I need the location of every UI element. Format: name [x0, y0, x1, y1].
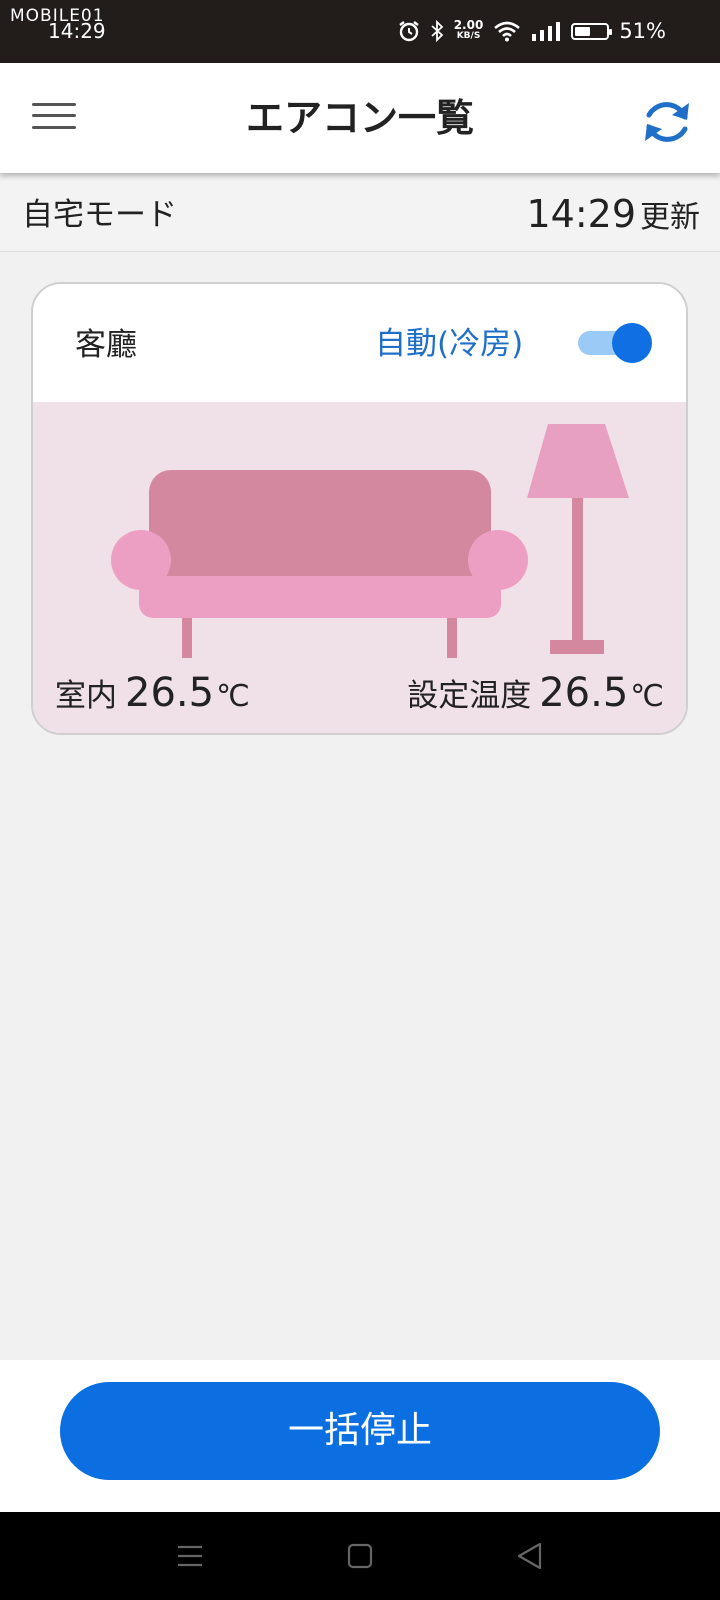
sofa-seat — [139, 576, 501, 618]
sofa-back — [149, 470, 491, 588]
room-card[interactable]: 客廳 自動(冷房) 室内 26.5℃ 設定温度 26.5℃ — [31, 282, 688, 735]
set-temp-unit: ℃ — [630, 679, 664, 714]
indoor-temp-label: 室内 — [55, 678, 117, 714]
network-speed: 2.00 KB/S — [453, 18, 484, 42]
home-mode-label: 自宅モード — [22, 197, 177, 233]
bottom-action-panel: 一括停止 — [0, 1360, 720, 1512]
battery-fill — [575, 26, 591, 36]
lamp-base — [550, 640, 604, 654]
indoor-temperature: 室内 26.5℃ — [55, 668, 250, 726]
lamp-pole — [572, 498, 583, 642]
sofa-arm-right — [468, 530, 528, 590]
last-updated-time: 14:29 — [526, 192, 636, 236]
mode-bar: 自宅モード 14:29 更新 — [0, 178, 720, 252]
status-icons: 2.00 KB/S 51% — [398, 16, 666, 46]
indoor-temp-value: 26.5 — [125, 670, 215, 716]
battery-icon — [571, 22, 613, 40]
app-bar: エアコン一覧 — [0, 63, 720, 173]
room-card-header: 客廳 自動(冷房) — [33, 284, 686, 402]
operation-mode[interactable]: 自動(冷房) — [375, 324, 523, 364]
sofa-arm-left — [111, 530, 171, 590]
set-temp-label: 設定温度 — [407, 678, 532, 714]
network-speed-unit: KB/S — [456, 31, 481, 41]
lamp-shade — [527, 424, 629, 498]
refresh-icon[interactable] — [640, 95, 694, 149]
power-toggle[interactable] — [578, 323, 652, 363]
room-name: 客廳 — [75, 327, 137, 363]
battery-percent: 51% — [619, 19, 666, 43]
last-updated-suffix: 更新 — [640, 200, 700, 235]
last-updated: 14:29 更新 — [526, 190, 700, 246]
wifi-icon — [494, 21, 521, 42]
alarm-icon — [398, 21, 419, 42]
signal-icon — [532, 22, 561, 41]
status-bar: MOBILE01 14:29 2.00 KB/S 51% — [0, 0, 720, 63]
stop-all-button[interactable]: 一括停止 — [60, 1382, 660, 1480]
bluetooth-icon — [431, 20, 444, 42]
room-scene: 室内 26.5℃ 設定温度 26.5℃ — [33, 402, 686, 733]
indoor-temp-unit: ℃ — [216, 679, 250, 714]
home-icon[interactable] — [342, 1538, 378, 1574]
network-speed-value: 2.00 — [453, 18, 484, 32]
status-time: 14:29 — [48, 19, 106, 43]
recents-icon[interactable] — [172, 1538, 208, 1574]
set-temp-value: 26.5 — [539, 670, 629, 716]
system-nav-bar — [0, 1512, 720, 1600]
set-temperature: 設定温度 26.5℃ — [407, 668, 664, 726]
page-title: エアコン一覧 — [245, 96, 474, 140]
back-icon[interactable] — [512, 1538, 548, 1574]
power-toggle-knob — [612, 323, 652, 363]
